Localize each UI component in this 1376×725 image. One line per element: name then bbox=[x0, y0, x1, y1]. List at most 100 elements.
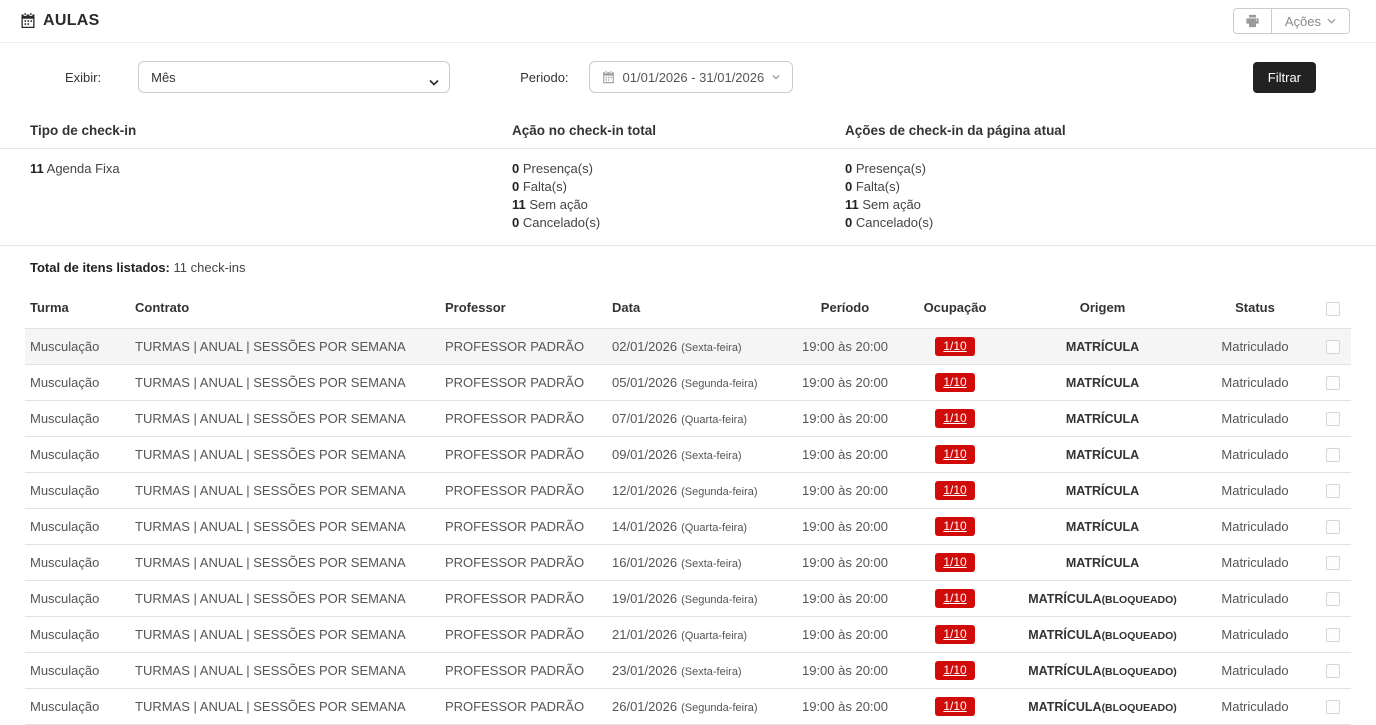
row-checkbox[interactable] bbox=[1326, 375, 1340, 390]
col-header-turma: Turma bbox=[30, 300, 69, 316]
ocupacao-badge[interactable]: 1/10 bbox=[935, 444, 975, 464]
ocupacao-badge[interactable]: 1/10 bbox=[935, 552, 975, 572]
cell-ocupacao: 1/10 bbox=[900, 363, 1010, 401]
cell-origem: MATRÍCULA bbox=[1010, 399, 1195, 437]
cell-date-value: 14/01/2026 bbox=[612, 518, 678, 534]
ocupacao-badge[interactable]: 1/10 bbox=[935, 696, 975, 716]
ocupacao-badge[interactable]: 1/10 bbox=[935, 336, 975, 356]
cell-status: Matriculado bbox=[1195, 687, 1315, 725]
periodo-value: 01/01/2026 - 31/01/2026 bbox=[622, 69, 765, 85]
cell-turma: Musculação bbox=[25, 507, 130, 545]
table-row: Musculação TURMAS | ANUAL | SESSÕES POR … bbox=[25, 579, 1351, 617]
origem-value: MATRÍCULA bbox=[1065, 483, 1140, 498]
row-checkbox[interactable] bbox=[1326, 663, 1340, 678]
summary-count: 11 bbox=[512, 197, 526, 212]
origem-value: MATRÍCULA bbox=[1028, 591, 1102, 606]
row-checkbox[interactable] bbox=[1326, 591, 1340, 606]
row-checkbox[interactable] bbox=[1326, 627, 1340, 642]
cell-status: Matriculado bbox=[1195, 435, 1315, 473]
ocupacao-badge[interactable]: 1/10 bbox=[935, 372, 975, 392]
table-header-row: Turma Contrato Professor Data Período Oc… bbox=[25, 289, 1351, 328]
cell-date-value: 16/01/2026 bbox=[612, 554, 678, 570]
total-value: 11 check-ins bbox=[173, 260, 246, 275]
cell-weekday: (Sexta-feira) bbox=[681, 557, 742, 570]
cell-data: 05/01/2026 (Segunda-feira) bbox=[607, 363, 790, 401]
cell-data: 16/01/2026 (Sexta-feira) bbox=[607, 543, 790, 581]
periodo-daterange-button[interactable]: 01/01/2026 - 31/01/2026 bbox=[588, 61, 794, 93]
row-checkbox[interactable] bbox=[1326, 483, 1340, 498]
actions-dropdown-button[interactable]: Ações bbox=[1270, 8, 1350, 34]
origem-value: MATRÍCULA bbox=[1065, 447, 1140, 462]
row-checkbox[interactable] bbox=[1326, 339, 1340, 354]
cell-periodo: 19:00 às 20:00 bbox=[790, 543, 900, 581]
cell-professor: PROFESSOR PADRÃO bbox=[440, 471, 607, 509]
exibir-label: Exibir: bbox=[65, 69, 102, 85]
summary-section: Tipo de check-in Ação no check-in total … bbox=[0, 111, 1376, 246]
ocupacao-badge[interactable]: 1/10 bbox=[935, 660, 975, 680]
summary-count: 0 bbox=[845, 179, 853, 194]
cell-professor: PROFESSOR PADRÃO bbox=[440, 579, 607, 617]
summary-count: 0 bbox=[845, 215, 853, 230]
actions-label: Ações bbox=[1284, 13, 1321, 29]
summary-item: 0 Falta(s) bbox=[512, 178, 845, 196]
periodo-label: Periodo: bbox=[520, 69, 569, 85]
table-row: Musculação TURMAS | ANUAL | SESSÕES POR … bbox=[25, 651, 1351, 689]
cell-turma: Musculação bbox=[25, 615, 130, 653]
cell-turma: Musculação bbox=[25, 471, 130, 509]
summary-items-1: 0 Presença(s) 0 Falta(s) 11 Sem ação 0 Canc… bbox=[512, 160, 845, 232]
cell-weekday: (Quarta-feira) bbox=[681, 629, 748, 642]
row-checkbox[interactable] bbox=[1326, 447, 1340, 462]
summary-label: Agenda Fixa bbox=[46, 161, 120, 176]
cell-status: Matriculado bbox=[1195, 399, 1315, 437]
origem-extra: (BLOQUEADO) bbox=[1101, 593, 1177, 606]
exibir-select[interactable]: Mês bbox=[138, 61, 451, 93]
cell-contrato: TURMAS | ANUAL | SESSÕES POR SEMANA bbox=[130, 363, 440, 401]
cell-weekday: (Sexta-feira) bbox=[681, 341, 742, 354]
cell-date-value: 12/01/2026 bbox=[612, 482, 678, 498]
table-row: Musculação TURMAS | ANUAL | SESSÕES POR … bbox=[25, 615, 1351, 653]
summary-title-tipo: Tipo de check-in bbox=[30, 123, 137, 138]
row-checkbox[interactable] bbox=[1326, 411, 1340, 426]
cell-data: 26/01/2026 (Segunda-feira) bbox=[607, 687, 790, 725]
summary-count: 0 bbox=[512, 179, 520, 194]
ocupacao-badge[interactable]: 1/10 bbox=[935, 516, 975, 536]
cell-turma: Musculação bbox=[25, 651, 130, 689]
ocupacao-badge[interactable]: 1/10 bbox=[935, 480, 975, 500]
select-all-checkbox[interactable] bbox=[1326, 301, 1340, 316]
cell-origem: MATRÍCULA bbox=[1010, 327, 1195, 365]
ocupacao-badge[interactable]: 1/10 bbox=[935, 624, 975, 644]
table-row: Musculação TURMAS | ANUAL | SESSÕES POR … bbox=[25, 687, 1351, 725]
row-checkbox[interactable] bbox=[1326, 699, 1340, 714]
cell-date-value: 02/01/2026 bbox=[612, 338, 678, 354]
summary-count: 11 bbox=[30, 161, 44, 176]
cell-data: 02/01/2026 (Sexta-feira) bbox=[607, 327, 790, 365]
summary-label: Presença(s) bbox=[855, 161, 926, 176]
cell-weekday: (Sexta-feira) bbox=[681, 665, 742, 678]
cell-professor: PROFESSOR PADRÃO bbox=[440, 435, 607, 473]
cell-turma: Musculação bbox=[25, 543, 130, 581]
summary-label: Sem ação bbox=[529, 197, 588, 212]
cell-professor: PROFESSOR PADRÃO bbox=[440, 363, 607, 401]
summary-label: Cancelado(s) bbox=[855, 215, 934, 230]
cell-status: Matriculado bbox=[1195, 327, 1315, 365]
col-header-contrato: Contrato bbox=[135, 300, 190, 316]
row-checkbox[interactable] bbox=[1326, 555, 1340, 570]
cell-data: 12/01/2026 (Segunda-feira) bbox=[607, 471, 790, 509]
summary-count: 0 bbox=[512, 161, 520, 176]
cell-data: 14/01/2026 (Quarta-feira) bbox=[607, 507, 790, 545]
cell-origem: MATRÍCULA bbox=[1010, 507, 1195, 545]
cell-contrato: TURMAS | ANUAL | SESSÕES POR SEMANA bbox=[130, 687, 440, 725]
chevron-down-icon bbox=[1327, 18, 1336, 24]
cell-ocupacao: 1/10 bbox=[900, 687, 1010, 725]
ocupacao-badge[interactable]: 1/10 bbox=[935, 588, 975, 608]
ocupacao-badge[interactable]: 1/10 bbox=[935, 408, 975, 428]
summary-values: 11 Agenda Fixa 0 Presença(s) 0 Falta(s) 11… bbox=[0, 149, 1376, 246]
filtrar-button[interactable]: Filtrar bbox=[1252, 61, 1316, 93]
cell-periodo: 19:00 às 20:00 bbox=[790, 579, 900, 617]
total-row: Total de itens listados: 11 check-ins bbox=[0, 246, 1376, 285]
print-button[interactable] bbox=[1232, 8, 1272, 34]
row-checkbox[interactable] bbox=[1326, 519, 1340, 534]
table-row: Musculação TURMAS | ANUAL | SESSÕES POR … bbox=[25, 399, 1351, 437]
table-row: Musculação TURMAS | ANUAL | SESSÕES POR … bbox=[25, 327, 1351, 365]
cell-contrato: TURMAS | ANUAL | SESSÕES POR SEMANA bbox=[130, 507, 440, 545]
